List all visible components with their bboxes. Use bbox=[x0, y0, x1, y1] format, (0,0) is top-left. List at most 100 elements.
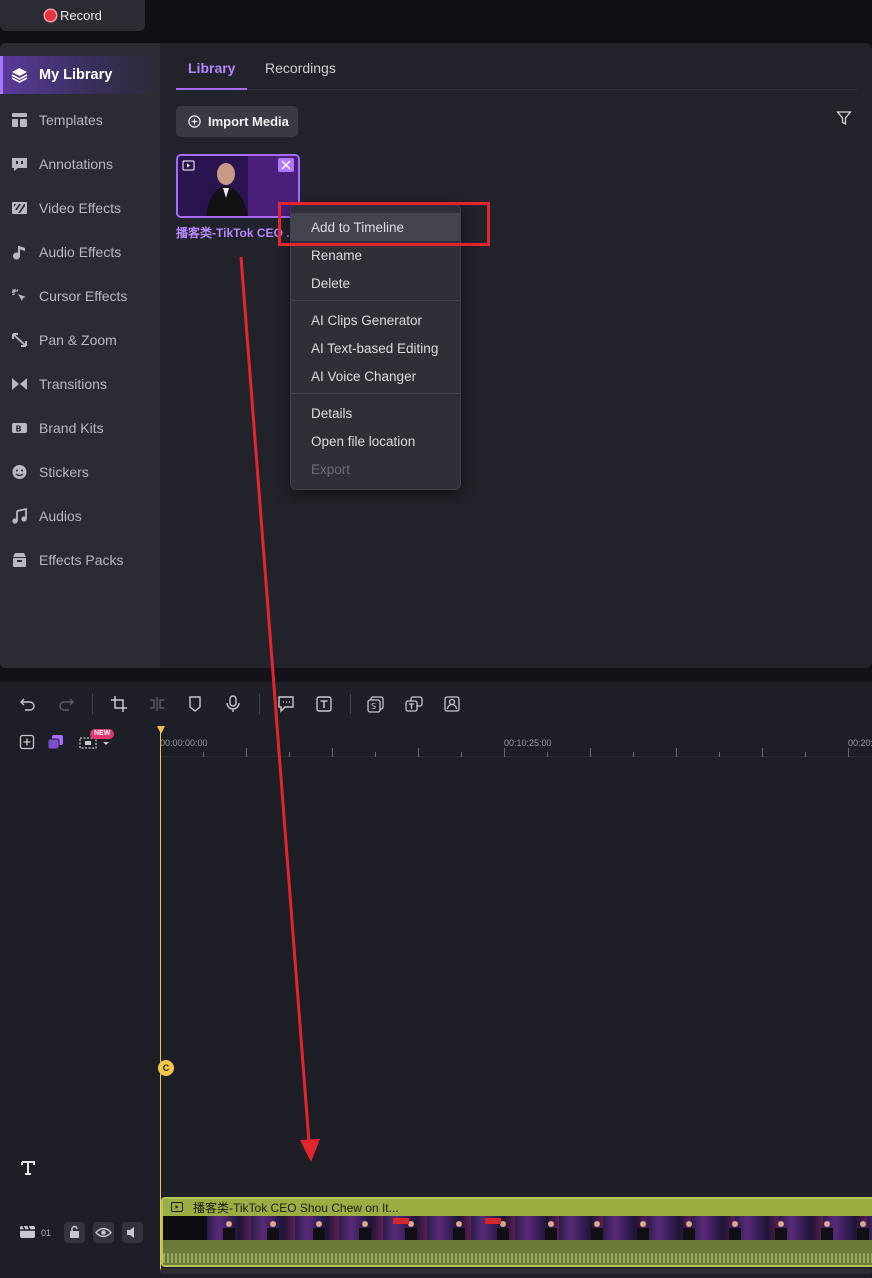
sidebar-item-label: Effects Packs bbox=[39, 552, 124, 568]
sidebar-item-cursor-effects[interactable]: Cursor Effects bbox=[0, 277, 160, 315]
new-badge: NEW bbox=[90, 729, 115, 739]
ruler-label: 00:10:25:00 bbox=[504, 738, 552, 748]
import-media-button[interactable]: Import Media bbox=[176, 106, 298, 137]
menu-item-open-file-location[interactable]: Open file location bbox=[291, 427, 460, 455]
lock-track-button[interactable] bbox=[64, 1222, 85, 1243]
sticker-icon bbox=[12, 465, 27, 479]
timeline-panel: NEW 00:00:00:00 00:10:25:00 00:20: C 01 bbox=[0, 726, 872, 1278]
record-button[interactable]: Record bbox=[0, 0, 145, 31]
effects-pack-icon bbox=[13, 553, 26, 567]
menu-item-ai-clips-generator[interactable]: AI Clips Generator bbox=[291, 306, 460, 334]
annotation-highlight-box bbox=[278, 202, 490, 246]
redo-icon[interactable] bbox=[57, 695, 75, 713]
marker-icon[interactable] bbox=[186, 695, 204, 713]
top-bar: Record bbox=[0, 0, 872, 43]
sidebar-item-label: Annotations bbox=[39, 156, 113, 172]
transitions-icon bbox=[12, 378, 27, 390]
sidebar-item-my-library[interactable]: My Library bbox=[0, 56, 160, 94]
waveform-bars bbox=[163, 1253, 872, 1263]
menu-item-ai-text-based-editing[interactable]: AI Text-based Editing bbox=[291, 334, 460, 362]
record-label: Record bbox=[60, 8, 102, 23]
sidebar-item-label: Audio Effects bbox=[39, 244, 122, 260]
menu-separator bbox=[291, 300, 460, 301]
media-caption: 播客类-TikTok CEO ... bbox=[176, 226, 294, 240]
video-track-icon bbox=[20, 1225, 35, 1238]
music-note-icon bbox=[12, 508, 27, 524]
ai-avatar-icon[interactable] bbox=[443, 695, 461, 713]
split-icon[interactable] bbox=[148, 695, 166, 713]
add-track-icon[interactable] bbox=[19, 734, 35, 750]
playhead-line[interactable] bbox=[160, 730, 161, 1270]
eye-icon bbox=[95, 1227, 112, 1238]
sidebar-item-transitions[interactable]: Transitions bbox=[0, 365, 160, 403]
speaker-icon bbox=[127, 1227, 134, 1238]
ai-sticker-icon[interactable]: S bbox=[367, 695, 385, 713]
import-media-label: Import Media bbox=[208, 114, 289, 129]
filter-icon[interactable] bbox=[836, 110, 852, 126]
clip-title: 播客类-TikTok CEO Shou Chew on It... bbox=[193, 1201, 399, 1215]
svg-text:B: B bbox=[16, 425, 22, 434]
menu-item-ai-voice-changer[interactable]: AI Voice Changer bbox=[291, 362, 460, 390]
menu-separator bbox=[291, 393, 460, 394]
sidebar-item-templates[interactable]: Templates bbox=[0, 101, 160, 139]
layers-icon bbox=[11, 68, 28, 83]
menu-item-details[interactable]: Details bbox=[291, 399, 460, 427]
time-ruler[interactable]: 00:00:00:00 00:10:25:00 00:20: bbox=[160, 726, 872, 757]
plus-circle-icon bbox=[188, 115, 201, 128]
mute-track-button[interactable] bbox=[122, 1222, 143, 1243]
tab-divider bbox=[247, 89, 857, 90]
timeline-horizontal-scrollbar[interactable] bbox=[160, 1268, 872, 1274]
sidebar-item-label: Audios bbox=[39, 508, 82, 524]
playhead-handle[interactable] bbox=[157, 726, 165, 734]
clip-frame-figures bbox=[163, 1216, 869, 1240]
tab-recordings[interactable]: Recordings bbox=[265, 60, 336, 76]
sidebar: My Library Templates Annotations Video E… bbox=[0, 43, 160, 668]
sidebar-item-audios[interactable]: Audios bbox=[0, 497, 160, 535]
track-headers bbox=[0, 726, 160, 1278]
timeline-toolbar: S bbox=[0, 682, 872, 726]
toolbar-separator bbox=[92, 694, 93, 714]
ruler-label: 00:20: bbox=[848, 738, 872, 748]
pan-zoom-icon bbox=[12, 333, 27, 347]
record-dot-icon bbox=[45, 10, 56, 21]
sidebar-item-audio-effects[interactable]: Audio Effects bbox=[0, 233, 160, 271]
clip-thumbnail-strip bbox=[163, 1216, 872, 1240]
sidebar-item-pan-zoom[interactable]: Pan & Zoom bbox=[0, 321, 160, 359]
toolbar-separator bbox=[259, 694, 260, 714]
undo-icon[interactable] bbox=[19, 695, 37, 713]
sidebar-item-label: Video Effects bbox=[39, 200, 121, 216]
brand-kit-icon: B bbox=[12, 423, 27, 434]
video-clip-icon bbox=[171, 1202, 183, 1212]
tab-library[interactable]: Library bbox=[188, 60, 235, 76]
sidebar-item-label: Cursor Effects bbox=[39, 288, 128, 304]
video-effects-icon bbox=[12, 202, 27, 214]
template-icon bbox=[12, 113, 27, 127]
text-box-icon[interactable] bbox=[315, 695, 333, 713]
sidebar-item-label: Transitions bbox=[39, 376, 107, 392]
sidebar-item-effects-packs[interactable]: Effects Packs bbox=[0, 541, 160, 579]
text-track-icon bbox=[21, 1161, 35, 1175]
sidebar-item-annotations[interactable]: Annotations bbox=[0, 145, 160, 183]
annotation-icon bbox=[12, 158, 27, 171]
sidebar-item-video-effects[interactable]: Video Effects bbox=[0, 189, 160, 227]
toolbar-separator bbox=[350, 694, 351, 714]
playhead-marker[interactable]: C bbox=[158, 1060, 174, 1076]
sidebar-item-label: Stickers bbox=[39, 464, 89, 480]
menu-item-export: Export bbox=[311, 461, 351, 477]
microphone-icon[interactable] bbox=[224, 695, 242, 713]
cursor-effects-icon bbox=[12, 289, 26, 301]
caption-icon[interactable] bbox=[277, 695, 295, 713]
ruler-label: 00:00:00:00 bbox=[160, 738, 208, 748]
crop-icon[interactable] bbox=[110, 695, 128, 713]
toggle-visibility-button[interactable] bbox=[93, 1222, 114, 1243]
sidebar-item-label: Templates bbox=[39, 112, 103, 128]
magnetic-track-icon[interactable] bbox=[47, 734, 64, 750]
timeline-video-clip[interactable]: 播客类-TikTok CEO Shou Chew on It... bbox=[161, 1197, 872, 1267]
sidebar-item-brand-kits[interactable]: B Brand Kits bbox=[0, 409, 160, 447]
sidebar-item-stickers[interactable]: Stickers bbox=[0, 453, 160, 491]
menu-item-delete[interactable]: Delete bbox=[291, 269, 460, 297]
active-tab-indicator bbox=[176, 88, 247, 90]
panel-resize-handle[interactable] bbox=[0, 668, 872, 682]
lock-icon bbox=[70, 1225, 79, 1238]
ai-text-icon[interactable] bbox=[405, 695, 423, 713]
